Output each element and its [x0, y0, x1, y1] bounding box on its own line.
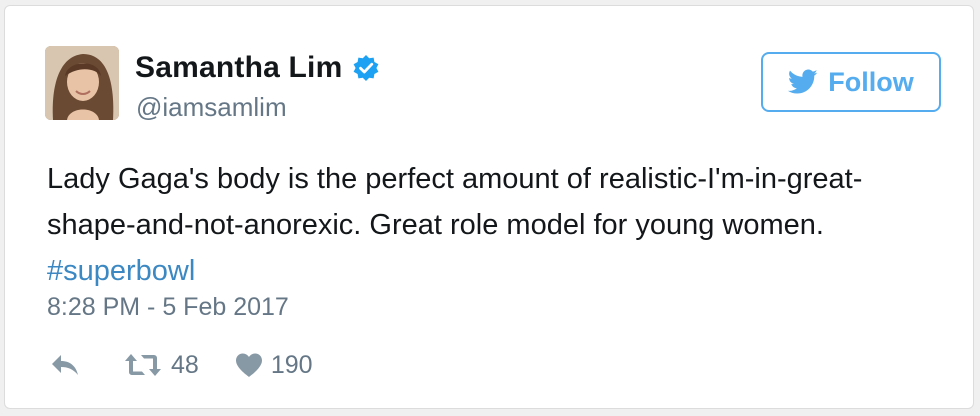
verified-badge-icon — [352, 54, 380, 82]
tweet-text-line: shape-and-not-anorexic. Great role model… — [47, 209, 824, 241]
like-count: 190 — [270, 350, 313, 379]
tweet-text: Lady Gaga's body is the perfect amount o… — [47, 156, 947, 294]
author-display-name[interactable]: Samantha Lim — [135, 51, 342, 85]
heart-icon — [235, 353, 262, 377]
author-handle[interactable]: @iamsamlim — [136, 92, 287, 123]
tweet-actions: 48 190 — [49, 347, 313, 383]
tweet-card: Samantha Lim @iamsamlim Follow Lady Gaga… — [4, 5, 974, 409]
twitter-bird-icon — [788, 69, 818, 94]
reply-button[interactable] — [49, 352, 81, 378]
follow-button[interactable]: Follow — [761, 52, 941, 112]
retweet-button[interactable]: 48 — [123, 351, 199, 380]
reply-icon — [52, 355, 78, 375]
hashtag-link[interactable]: #superbowl — [47, 255, 195, 287]
tweet-text-line: Lady Gaga's body is the perfect amount o… — [47, 163, 863, 195]
retweet-count: 48 — [171, 350, 199, 379]
follow-button-label: Follow — [828, 66, 914, 97]
avatar[interactable] — [45, 46, 119, 120]
tweet-timestamp[interactable]: 8:28 PM - 5 Feb 2017 — [47, 293, 289, 322]
like-button[interactable]: 190 — [235, 351, 313, 380]
author-name-row: Samantha Lim — [135, 50, 380, 86]
retweet-icon — [125, 354, 161, 376]
